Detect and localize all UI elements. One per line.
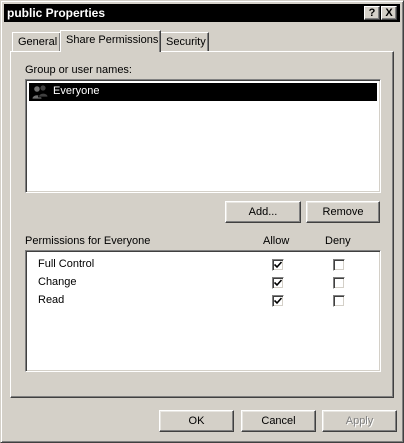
deny-column-header: Deny (325, 235, 351, 247)
list-item-everyone[interactable]: Everyone (29, 83, 377, 101)
permission-name: Change (38, 276, 77, 288)
permissions-list: Full Control Change Read (25, 250, 381, 372)
ok-button[interactable]: OK (159, 410, 234, 432)
group-user-names-label: Group or user names: (25, 64, 132, 76)
properties-dialog: public Properties ? X General Share Perm… (0, 0, 404, 443)
permission-name: Read (38, 294, 65, 306)
tab-share-permissions[interactable]: Share Permissions (60, 30, 161, 52)
add-button[interactable]: Add... (225, 201, 301, 223)
window-title: public Properties (7, 6, 106, 20)
close-button[interactable]: X (381, 6, 397, 20)
allow-change-checkbox[interactable] (272, 277, 284, 289)
user-name-label: Everyone (53, 85, 100, 97)
permission-row-change: Change (26, 273, 376, 291)
permission-row-full-control: Full Control (26, 255, 376, 273)
permission-row-read: Read (26, 291, 376, 309)
allow-read-checkbox[interactable] (272, 295, 284, 307)
remove-button[interactable]: Remove (306, 201, 380, 223)
help-button[interactable]: ? (364, 6, 380, 20)
deny-read-checkbox[interactable] (333, 295, 345, 307)
apply-button[interactable]: Apply (322, 410, 397, 432)
allow-full-control-checkbox[interactable] (272, 259, 284, 271)
tab-security[interactable]: Security (160, 32, 209, 52)
deny-full-control-checkbox[interactable] (333, 259, 345, 271)
tab-general[interactable]: General (12, 32, 61, 52)
allow-column-header: Allow (263, 235, 290, 247)
user-group-icon (31, 84, 49, 100)
cancel-button[interactable]: Cancel (241, 410, 316, 432)
permissions-label: Permissions for Everyone (25, 235, 151, 247)
title-bar[interactable]: public Properties ? X (4, 4, 400, 22)
permission-name: Full Control (38, 258, 95, 270)
deny-change-checkbox[interactable] (333, 277, 345, 289)
users-listbox[interactable]: Everyone (25, 79, 381, 193)
